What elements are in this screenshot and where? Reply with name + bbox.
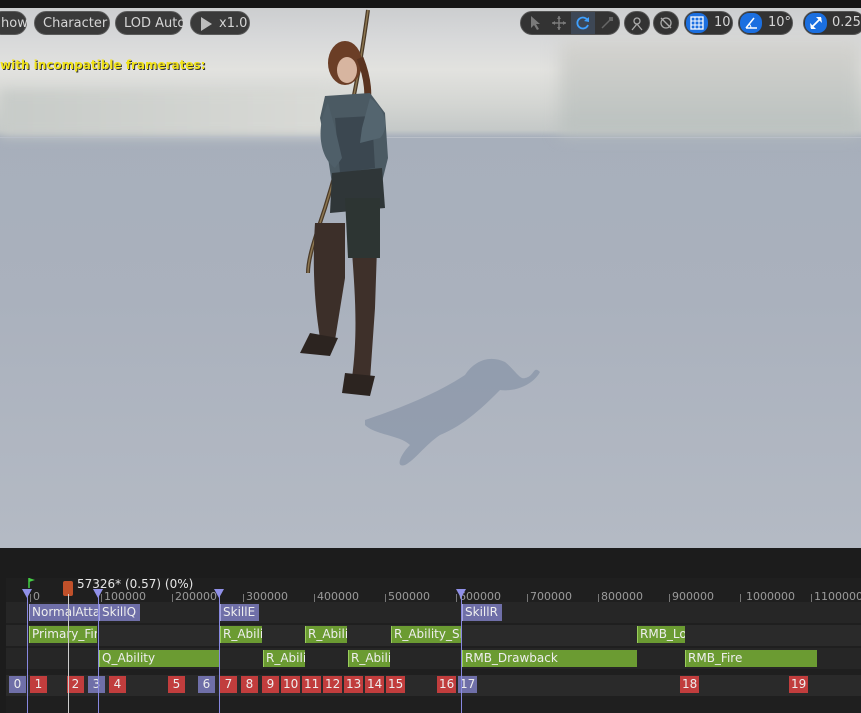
surface-snap-button[interactable]	[653, 11, 679, 35]
notify-skill-r[interactable]: SkillR	[462, 604, 502, 621]
section-line	[461, 594, 462, 713]
ruler-tick	[314, 594, 315, 602]
notify-skill-q[interactable]: SkillQ	[99, 604, 140, 621]
move-tool[interactable]	[547, 12, 571, 34]
transform-tools	[520, 11, 620, 35]
section-marker[interactable]: 1	[30, 676, 47, 693]
ruler-tick	[811, 594, 812, 602]
ruler-tick	[740, 594, 741, 602]
surface-snap-icon	[660, 17, 672, 29]
grid-snap-toggle[interactable]	[686, 13, 708, 33]
notify-r-ability[interactable]: R_Ability	[305, 626, 347, 643]
floor-horizon	[0, 137, 861, 138]
notify-rmb-fire[interactable]: RMB_Fire	[685, 650, 817, 667]
lod-button[interactable]: LOD Auto	[115, 11, 186, 35]
show-button[interactable]: how	[0, 11, 28, 35]
scale-tool[interactable]	[595, 12, 619, 34]
notify-q-ability[interactable]: Q_Ability	[99, 650, 219, 667]
section-marker[interactable]: 2	[67, 676, 84, 693]
playback-speed-button[interactable]: x1.0	[190, 11, 250, 35]
background-blur	[0, 90, 330, 136]
marker-track	[6, 675, 861, 696]
section-marker[interactable]: 11	[302, 676, 322, 693]
scale-snap-toggle[interactable]	[805, 13, 827, 33]
section-marker[interactable]: 9	[262, 676, 279, 693]
top-strip	[0, 0, 861, 8]
notify-r-ability-slot[interactable]: R_Ability_Slot	[391, 626, 461, 643]
character-button[interactable]: Character	[34, 11, 110, 35]
rotate-icon	[576, 16, 589, 30]
section-marker[interactable]: 5	[168, 676, 185, 693]
scale-snap-icon	[810, 17, 822, 29]
grid-snap-button[interactable]: 10	[684, 11, 733, 35]
coordinate-icon	[631, 17, 643, 31]
notify-r-ability[interactable]: R_Ability	[220, 626, 262, 643]
character-mesh	[300, 9, 388, 396]
rotate-tool[interactable]	[571, 12, 595, 34]
notify-r-ability[interactable]: R_Ability	[263, 650, 305, 667]
section-marker[interactable]: 6	[198, 676, 215, 693]
grid-snap-icon	[690, 16, 704, 30]
show-label: how	[1, 16, 28, 31]
notify-normal-attack[interactable]: NormalAttack	[29, 604, 98, 621]
section-triangle-icon[interactable]	[456, 589, 466, 598]
section-marker[interactable]: 7	[220, 676, 237, 693]
ruler-tick	[669, 594, 670, 602]
section-marker[interactable]: 15	[386, 676, 406, 693]
section-marker[interactable]: 3	[88, 676, 105, 693]
section-marker[interactable]: 14	[365, 676, 385, 693]
ruler-tick	[172, 594, 173, 602]
notify-skill-e[interactable]: SkillE	[220, 604, 259, 621]
grid-snap-value: 10	[714, 15, 731, 30]
section-marker[interactable]: 12	[323, 676, 343, 693]
move-icon	[552, 16, 566, 30]
playhead-line[interactable]	[68, 594, 69, 713]
ruler-tick	[598, 594, 599, 602]
section-marker[interactable]: 0	[9, 676, 26, 693]
section-line	[98, 594, 99, 713]
ruler-tick	[527, 594, 528, 602]
section-marker[interactable]: 19	[789, 676, 809, 693]
section-line	[219, 594, 220, 713]
scale-snap-button[interactable]: 0.25	[803, 11, 861, 35]
speed-label: x1.0	[219, 16, 248, 31]
select-tool[interactable]	[523, 12, 547, 34]
section-triangle-icon[interactable]	[214, 589, 224, 598]
notify-rmb-loop[interactable]: RMB_Loop	[637, 626, 685, 643]
section-triangle-icon[interactable]	[93, 589, 103, 598]
play-icon	[201, 17, 212, 31]
section-line	[27, 594, 28, 713]
angle-snap-button[interactable]: 10°	[738, 11, 793, 35]
ruler-tick	[385, 594, 386, 602]
select-icon	[531, 16, 540, 30]
character-label: Character	[43, 16, 108, 31]
section-marker[interactable]: 8	[241, 676, 258, 693]
angle-snap-value: 10°	[768, 15, 792, 30]
coordinate-system-button[interactable]	[624, 11, 650, 35]
notify-rmb-drawback[interactable]: RMB_Drawback	[462, 650, 637, 667]
notify-primary-fire[interactable]: Primary_Fire	[29, 626, 97, 643]
section-marker[interactable]: 13	[344, 676, 364, 693]
angle-snap-icon	[745, 17, 757, 29]
section-marker[interactable]: 18	[680, 676, 700, 693]
section-marker[interactable]: 16	[437, 676, 457, 693]
section-triangle-icon[interactable]	[22, 589, 32, 598]
framerate-warning: with incompatible framerates:	[0, 58, 206, 72]
notify-r-ability[interactable]: R_Ability	[348, 650, 390, 667]
start-flag-icon	[28, 578, 35, 588]
lod-label: LOD Auto	[124, 16, 186, 31]
scale-icon	[601, 17, 613, 29]
background-blur	[560, 40, 861, 135]
section-marker[interactable]: 10	[281, 676, 301, 693]
scale-snap-value: 0.25	[832, 15, 861, 30]
viewport[interactable]: how Character LOD Auto x1.0 10 10° 0.25 …	[0, 0, 861, 548]
angle-snap-toggle[interactable]	[740, 13, 762, 33]
section-marker[interactable]: 4	[109, 676, 126, 693]
ruler-tick	[243, 594, 244, 602]
